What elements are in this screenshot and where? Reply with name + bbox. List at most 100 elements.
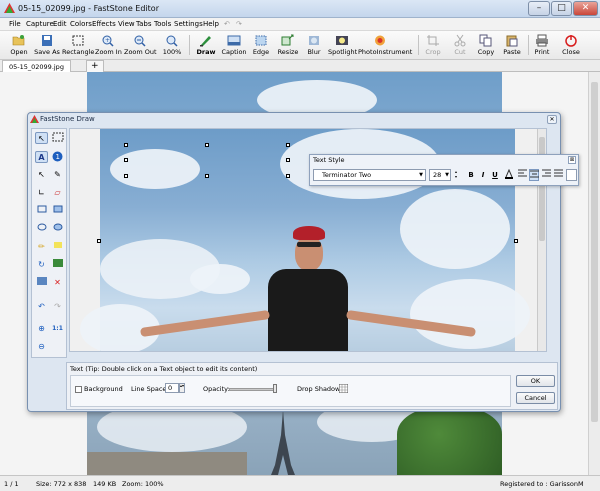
ok-button[interactable]: OK [516, 375, 555, 387]
selection-handle[interactable] [124, 143, 128, 147]
draw-button[interactable]: Draw [194, 33, 218, 59]
menu-tabs[interactable]: Tabs [136, 20, 152, 28]
blur-tool-icon[interactable] [35, 277, 48, 289]
close-image-button[interactable]: Close [559, 33, 583, 59]
undo-icon[interactable]: ↶ [224, 20, 230, 28]
align-justify-icon[interactable] [553, 169, 563, 181]
align-right-icon[interactable] [541, 169, 551, 181]
italic-button[interactable]: I [478, 169, 488, 181]
highlight-rect-tool-icon[interactable] [51, 241, 64, 253]
selection-handle[interactable] [205, 174, 209, 178]
edge-button[interactable]: Edge [250, 33, 272, 59]
draw-close-button[interactable]: ✕ [547, 115, 557, 124]
font-size-spinner[interactable]: ▴ ▾ [453, 169, 459, 181]
menu-effects[interactable]: Effects [92, 20, 116, 28]
actual-size-tool-icon[interactable]: 1:1 [51, 323, 64, 335]
text-style-toolbar: Text Style ⊠ Terminator Two ▼ 28 ▼ ▴ ▾ B I … [309, 154, 579, 186]
zoom-out-button[interactable]: Zoom Out [124, 33, 157, 59]
tab-bar: 05-15_02099.jpg + [0, 60, 600, 72]
line-tool-icon[interactable]: ∟ [35, 187, 48, 199]
copy-button[interactable]: Copy [475, 33, 497, 59]
crop-button[interactable]: Crop [422, 33, 444, 59]
underline-button[interactable]: U [490, 169, 500, 181]
spotlight-button[interactable]: Spotlight [328, 33, 357, 59]
open-folder-icon [12, 35, 25, 46]
align-center-icon[interactable] [529, 169, 539, 181]
redo-tool-icon[interactable]: ↷ [51, 301, 64, 313]
paste-button[interactable]: Paste [501, 33, 523, 59]
maximize-button[interactable]: □ [551, 1, 572, 16]
selection-handle[interactable] [286, 174, 290, 178]
number-tool-icon[interactable]: 1 [51, 151, 64, 163]
opacity-slider-thumb[interactable] [273, 384, 277, 393]
selection-handle[interactable] [124, 158, 128, 162]
font-size-select[interactable]: 28 ▼ [429, 169, 451, 181]
blur-button[interactable]: Blur [304, 33, 324, 59]
opacity-slider[interactable] [229, 388, 277, 391]
select-pointer-icon[interactable]: ↖ [35, 132, 48, 144]
resize-icon [281, 34, 294, 46]
caption-button[interactable]: Caption [221, 33, 247, 59]
image-insert-tool-icon[interactable] [51, 259, 64, 271]
menu-tools[interactable]: Tools [154, 20, 171, 28]
redo-icon[interactable]: ↷ [236, 20, 242, 28]
highlighter-tool-icon[interactable]: ✏ [35, 241, 48, 253]
background-checkbox[interactable]: Background [75, 385, 123, 393]
menu-file[interactable]: File [9, 20, 21, 28]
save-as-button[interactable]: Save As [34, 33, 60, 59]
bold-button[interactable]: B [466, 169, 476, 181]
print-button[interactable]: Print [532, 33, 552, 59]
zoom-in-tool-icon[interactable]: ⊕ [35, 323, 48, 335]
selection-handle[interactable] [286, 158, 290, 162]
selection-handle[interactable] [124, 174, 128, 178]
rectangle-tool-icon[interactable] [35, 205, 48, 217]
text-color-icon[interactable] [504, 168, 514, 181]
cut-button[interactable]: Cut [450, 33, 470, 59]
new-tab-button[interactable]: + [86, 60, 104, 72]
text-color-swatch[interactable] [566, 169, 577, 181]
selection-handle[interactable] [286, 143, 290, 147]
vertical-scrollbar[interactable] [588, 72, 600, 475]
pen-tool-icon[interactable]: ✎ [51, 169, 64, 181]
cancel-button[interactable]: Cancel [516, 392, 555, 404]
text-style-close-button[interactable]: ⊠ [568, 156, 576, 164]
zoom-out-tool-icon[interactable]: ⊖ [35, 341, 48, 353]
undo-tool-icon[interactable]: ↶ [35, 301, 48, 313]
photoinstrument-icon [375, 35, 385, 46]
ellipse-tool-icon[interactable] [35, 223, 48, 235]
drop-shadow-grid-icon[interactable] [338, 383, 349, 394]
arrow-tool-icon[interactable]: ↖ [35, 169, 48, 181]
line-space-input[interactable]: 0 [165, 383, 179, 393]
font-family-select[interactable]: Terminator Two ▼ [313, 169, 426, 181]
line-space-spinner[interactable]: ▴▾ [179, 383, 185, 393]
menu-view[interactable]: View [118, 20, 135, 28]
delete-tool-icon[interactable]: ✕ [51, 277, 64, 289]
eraser-tool-icon[interactable]: ▱ [51, 187, 64, 199]
minimize-button[interactable]: – [528, 1, 550, 16]
menu-settings[interactable]: Settings [174, 20, 203, 28]
text-style-title: Text Style [313, 156, 345, 164]
selection-handle[interactable] [97, 239, 101, 243]
align-left-icon[interactable] [517, 169, 527, 181]
close-button[interactable]: ✕ [573, 1, 598, 16]
scrollbar-thumb[interactable] [591, 82, 598, 422]
menu-capture[interactable]: Capture [26, 20, 54, 28]
photoinstrument-button[interactable]: PhotoInstrument [358, 33, 412, 59]
redo-arrow-tool-icon[interactable]: ↻ [35, 259, 48, 271]
selection-handle[interactable] [205, 143, 209, 147]
toolbar-separator [418, 35, 419, 55]
zoom-in-button[interactable]: + Zoom In [95, 33, 122, 59]
selection-handle[interactable] [514, 239, 518, 243]
resize-button[interactable]: Resize [276, 33, 300, 59]
marquee-icon[interactable] [51, 132, 64, 144]
filled-ellipse-tool-icon[interactable] [51, 223, 64, 235]
menu-edit[interactable]: Edit [53, 20, 67, 28]
menu-colors[interactable]: Colors [70, 20, 92, 28]
text-tool-icon[interactable]: A [35, 151, 48, 163]
rectangle-button[interactable]: Rectangle [62, 33, 94, 59]
tab-file[interactable]: 05-15_02099.jpg [2, 60, 71, 72]
open-button[interactable]: Open [6, 33, 32, 59]
menu-help[interactable]: Help [203, 20, 219, 28]
filled-rectangle-tool-icon[interactable] [51, 205, 64, 217]
zoom-100-button[interactable]: 100% [160, 33, 184, 59]
